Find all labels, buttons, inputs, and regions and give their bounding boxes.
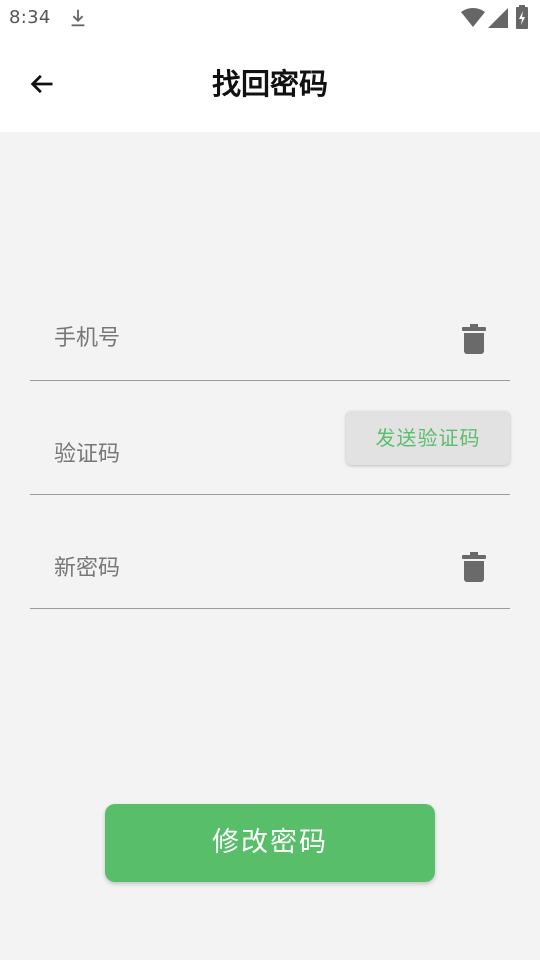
battery-charging-icon	[516, 5, 528, 29]
status-bar: 8:34	[0, 0, 540, 36]
app-bar: 找回密码	[0, 36, 540, 132]
verification-code-input[interactable]	[54, 414, 354, 494]
trash-icon	[462, 324, 486, 354]
change-password-button[interactable]: 修改密码	[105, 804, 435, 882]
clear-phone-button[interactable]	[460, 323, 488, 355]
wifi-icon	[461, 8, 485, 27]
password-field-row	[30, 508, 510, 609]
code-field-row: 发送验证码	[30, 394, 510, 495]
back-button[interactable]	[18, 60, 66, 108]
phone-field-row	[30, 280, 510, 381]
phone-input[interactable]	[54, 298, 354, 378]
page-title: 找回密码	[211, 67, 328, 101]
clear-password-button[interactable]	[460, 551, 488, 583]
cell-signal-icon	[488, 8, 508, 28]
download-icon	[71, 9, 85, 27]
trash-icon	[462, 552, 486, 582]
status-time: 8:34	[9, 7, 51, 28]
arrow-left-icon	[30, 74, 53, 94]
send-code-button[interactable]: 发送验证码	[346, 411, 510, 465]
new-password-input[interactable]	[54, 528, 354, 608]
